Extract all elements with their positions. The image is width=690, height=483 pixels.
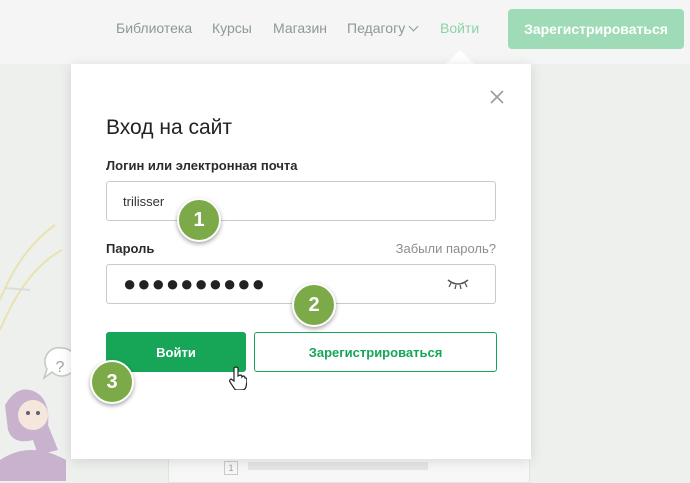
register-button[interactable]: Зарегистрироваться <box>254 332 497 372</box>
close-icon[interactable] <box>490 90 504 104</box>
popover-arrow <box>445 50 475 65</box>
hand-cursor-icon <box>229 366 247 390</box>
login-popover: Вход на сайт Логин или электронная почта… <box>71 64 531 459</box>
step-badge-1: 1 <box>177 198 221 242</box>
login-input[interactable] <box>106 181 496 221</box>
password-label: Пароль <box>106 241 155 256</box>
step-badge-3: 3 <box>90 360 134 404</box>
background-number-badge: 1 <box>224 461 238 475</box>
svg-text:?: ? <box>56 359 65 376</box>
eye-closed-icon[interactable] <box>447 278 469 290</box>
popover-title: Вход на сайт <box>106 116 232 139</box>
forgot-password-link[interactable]: Забыли пароль? <box>396 241 496 256</box>
password-value: ●●●●●●●●●● <box>123 271 266 296</box>
background-text-line <box>248 462 428 470</box>
step-badge-2: 2 <box>292 283 336 327</box>
person-illustration <box>0 389 66 481</box>
login-label: Логин или электронная почта <box>106 158 298 173</box>
